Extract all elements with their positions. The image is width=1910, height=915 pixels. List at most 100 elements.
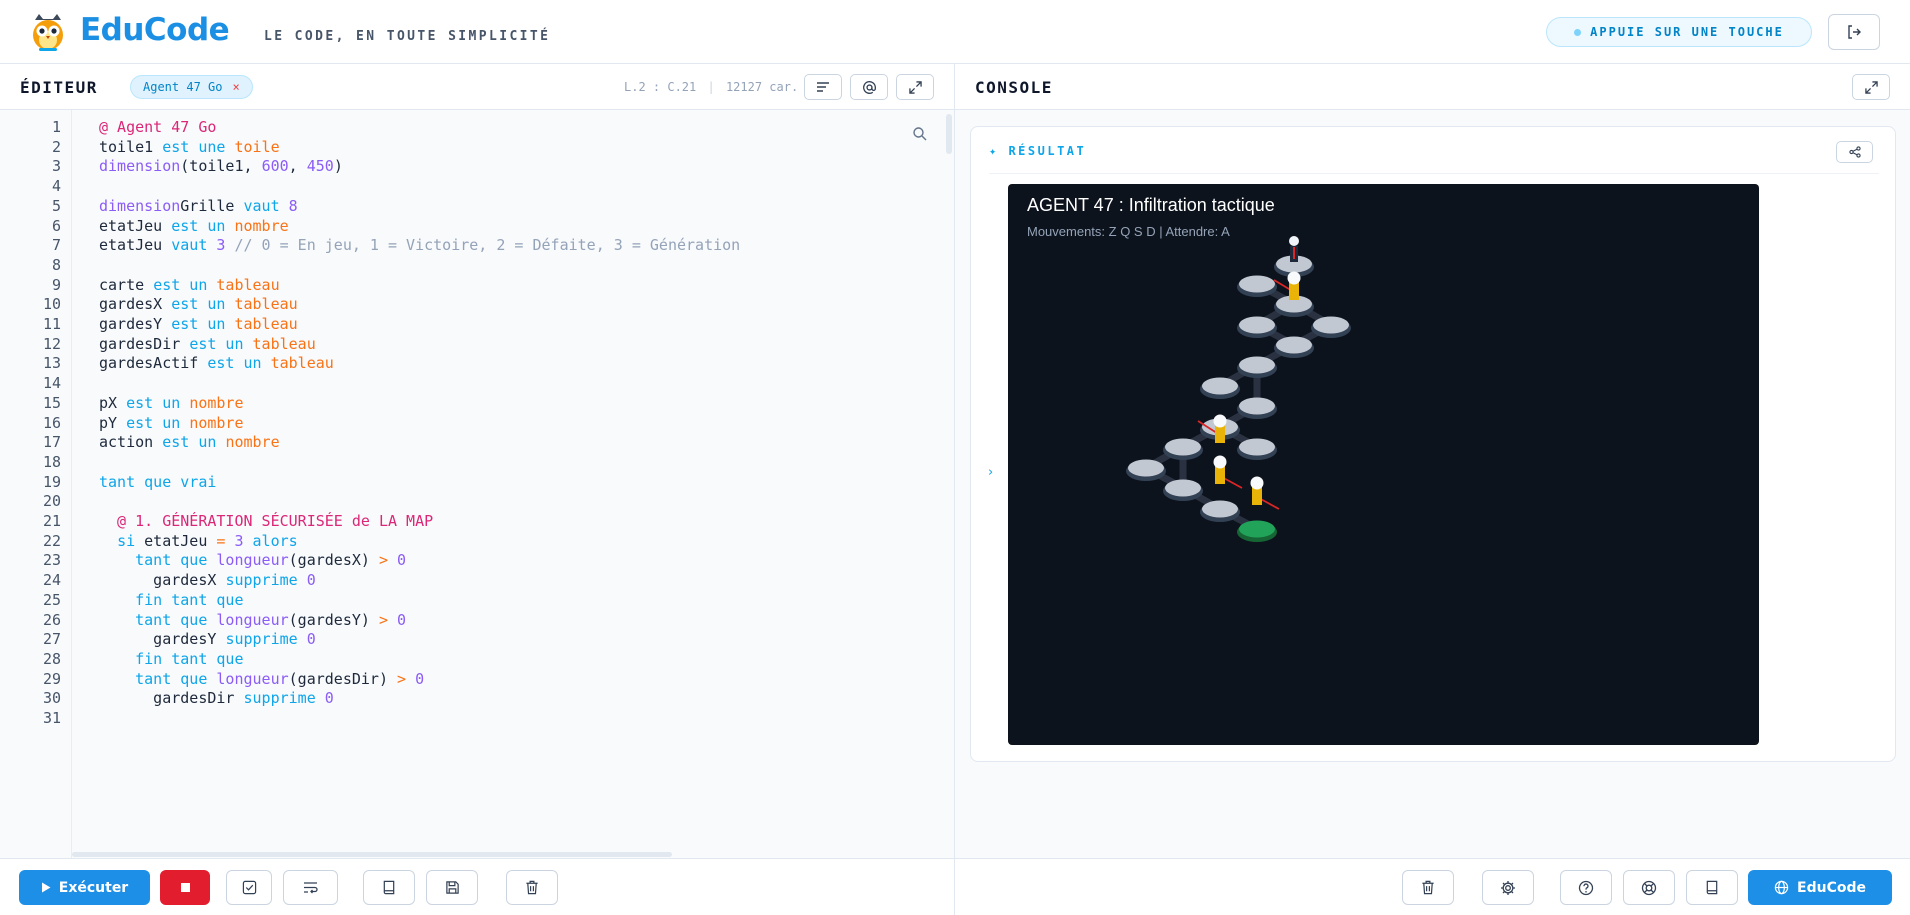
wrap-icon [303,882,318,894]
line-number: 8 [51,255,61,274]
console-output: ✦ RÉSULTAT › AGENT 47 : Infiltration tac… [955,110,1910,858]
tab-close-icon[interactable]: × [232,80,239,94]
line-number: 24 [42,571,61,590]
stop-button[interactable] [160,870,210,905]
code-line[interactable]: tant que longueur(gardesY) > 0 [99,611,406,629]
search-icon[interactable] [912,126,928,142]
line-number: 29 [42,669,61,688]
run-button-label: Exécuter [58,879,129,896]
code-line[interactable]: gardesDir est un tableau [99,335,316,353]
player-head [1289,236,1299,246]
console-docs-button[interactable] [1686,870,1738,905]
line-number: 27 [42,630,61,649]
code-line[interactable]: tant que vrai [99,473,216,491]
expand-icon [1864,80,1878,94]
book-icon [1706,880,1718,895]
format-button[interactable] [804,74,842,100]
code-line[interactable]: si etatJeu = 3 alors [99,532,298,550]
floor-tile [1128,459,1164,477]
clear-editor-button[interactable] [506,870,558,905]
help-icon [1578,880,1594,895]
line-number: 12 [42,334,61,353]
floor-tile [1202,377,1238,395]
code-line[interactable]: gardesX supprime 0 [99,571,316,589]
trash-icon [1422,880,1434,895]
code-line[interactable]: etatJeu est un nombre [99,217,289,235]
clear-console-button[interactable] [1402,870,1454,905]
code-line[interactable]: gardesY est un tableau [99,315,298,333]
guard-head [1213,414,1227,428]
floor-tile [1276,336,1312,354]
file-tab[interactable]: Agent 47 Go × [130,75,253,99]
code-line[interactable]: toile1 est une toile [99,138,280,156]
lifebuoy-icon [1641,880,1657,895]
floor-tile [1239,356,1275,374]
line-number: 20 [42,492,61,511]
book-icon [383,880,395,895]
cursor-location: L.2 : C.21 [624,80,697,94]
game-canvas[interactable]: AGENT 47 : Infiltration tactique Mouveme… [1008,184,1759,745]
support-button[interactable] [1623,870,1675,905]
chevron-right-icon[interactable]: › [988,465,993,480]
editor-expand-button[interactable] [896,74,934,100]
settings-button[interactable] [1482,870,1534,905]
line-number: 17 [42,433,61,452]
code-line[interactable]: fin tant que [99,591,243,609]
file-tab-label: Agent 47 Go [143,80,223,94]
code-line[interactable]: fin tant que [99,650,243,668]
floor-tile [1239,397,1275,415]
code-line[interactable]: etatJeu vaut 3 // 0 = En jeu, 1 = Victoi… [99,236,740,254]
save-button[interactable] [426,870,478,905]
line-number: 7 [51,236,61,255]
run-button[interactable]: Exécuter [19,870,150,905]
editor-toolbar: ÉDITEUR Agent 47 Go × L.2 : C.21 | 12127… [0,64,954,110]
code-line[interactable]: gardesActif est un tableau [99,354,334,372]
code-line[interactable]: @ Agent 47 Go [99,118,216,136]
docs-button[interactable] [363,870,415,905]
code-line[interactable]: @ 1. GÉNÉRATION SÉCURISÉE de LA MAP [99,512,433,530]
check-button[interactable] [226,870,272,905]
line-number: 30 [42,689,61,708]
save-icon [445,881,459,894]
code-line[interactable]: pY est un nombre [99,414,244,432]
key-status-badge: APPUIE SUR UNE TOUCHE [1546,17,1812,47]
horizontal-scrollbar[interactable] [72,852,672,857]
code-line[interactable]: gardesDir supprime 0 [99,689,334,707]
code-line[interactable]: dimension(toile1, 600, 450) [99,157,343,175]
line-number: 25 [42,590,61,609]
code-line[interactable]: tant que longueur(gardesDir) > 0 [99,670,424,688]
line-number: 19 [42,472,61,491]
line-number: 9 [51,275,61,294]
educode-button[interactable]: EduCode [1748,870,1892,905]
floor-tile [1165,438,1201,456]
code-line[interactable]: pX est un nombre [99,394,244,412]
line-number-gutter: 1 2 3 4 5 6 7 8 9 10 11 12 13 14 15 16 17 18 19 20 21 22 23 24 2… [0,110,72,858]
key-status-label: APPUIE SUR UNE TOUCHE [1590,25,1784,39]
share-button[interactable] [1836,141,1873,163]
guard-body [1289,282,1299,300]
code-line[interactable]: tant que longueur(gardesX) > 0 [99,551,406,569]
result-label: ✦ RÉSULTAT [989,144,1087,158]
code-line[interactable]: gardesY supprime 0 [99,630,316,648]
guard-body [1215,425,1225,443]
code-line[interactable]: dimensionGrille vaut 8 [99,197,298,215]
vertical-scrollbar[interactable] [946,114,952,154]
code-line[interactable]: carte est un tableau [99,276,280,294]
line-number: 13 [42,354,61,373]
help-button[interactable] [1560,870,1612,905]
code-editor[interactable]: 1 2 3 4 5 6 7 8 9 10 11 12 13 14 15 16 17 18 19 20 21 22 23 24 2… [0,110,954,858]
mention-button[interactable] [850,74,888,100]
code-line[interactable]: gardesX est un tableau [99,295,298,313]
console-title: CONSOLE [975,78,1053,97]
result-divider [989,173,1879,174]
console-expand-button[interactable] [1852,74,1890,100]
player-tie [1293,247,1295,259]
floor-tile [1239,438,1275,456]
line-number: 14 [42,374,61,393]
tagline: LE CODE, EN TOUTE SIMPLICITÉ [264,29,551,44]
floor-tile [1313,316,1349,334]
code-line[interactable]: action est un nombre [99,433,280,451]
logout-button[interactable] [1828,14,1880,50]
guard-head [1250,476,1264,490]
wrap-button[interactable] [283,870,338,905]
